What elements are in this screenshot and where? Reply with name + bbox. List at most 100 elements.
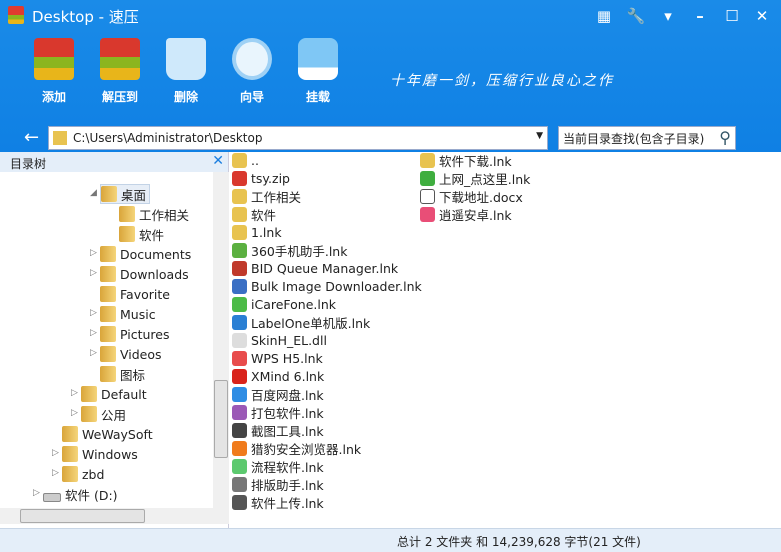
file-name: 百度网盘.lnk [251, 387, 324, 403]
window-title: Desktop - 速压 [32, 8, 139, 26]
search-input[interactable]: 当前目录查找(包含子目录) ⚲ [558, 126, 736, 150]
expand-arrow-icon[interactable]: ▷ [33, 488, 40, 498]
maximize-button[interactable]: ☐ [722, 6, 742, 26]
file-item[interactable]: WPS H5.lnk [232, 349, 323, 367]
tree-item[interactable]: 公用 [81, 404, 126, 424]
close-tree-icon[interactable]: ✕ [212, 153, 224, 169]
search-icon[interactable]: ⚲ [719, 128, 731, 147]
settings-icon[interactable]: 🔧 [626, 6, 646, 26]
file-name: XMind 6.lnk [251, 368, 325, 384]
folder-icon [53, 131, 67, 145]
file-item[interactable]: 软件下载.lnk [420, 151, 512, 169]
add-button[interactable]: 添加 [24, 38, 84, 105]
tree-item[interactable]: 桌面 [100, 184, 151, 204]
expand-arrow-icon[interactable]: ▷ [90, 248, 97, 258]
delete-button[interactable]: 删除 [156, 38, 216, 105]
tree-item[interactable]: Downloads [100, 264, 189, 284]
file-icon [232, 188, 247, 204]
expand-arrow-icon[interactable]: ▷ [90, 328, 97, 338]
skin-icon[interactable]: ▦ [594, 6, 614, 26]
file-item[interactable]: 逍遥安卓.lnk [420, 205, 512, 223]
minimize-button[interactable]: – [690, 6, 710, 26]
tree-item[interactable]: zbd [62, 464, 104, 484]
folder-icon [81, 386, 97, 402]
file-item[interactable]: 工作相关 [232, 187, 301, 205]
address-bar[interactable]: C:\Users\Administrator\Desktop ▼ [48, 126, 548, 150]
file-item[interactable]: 下载地址.docx [420, 187, 523, 205]
horizontal-scrollbar[interactable] [0, 508, 229, 524]
file-item[interactable]: 打包软件.lnk [232, 403, 324, 421]
close-button[interactable]: ✕ [752, 6, 772, 26]
file-item[interactable]: 百度网盘.lnk [232, 385, 324, 403]
file-name: 1.lnk [251, 224, 282, 240]
folder-icon [100, 346, 116, 362]
app-logo-icon [8, 6, 24, 24]
scrollbar-thumb[interactable] [20, 509, 145, 523]
tree-item[interactable]: Documents [100, 244, 191, 264]
file-icon [232, 170, 247, 186]
file-item[interactable]: .. [232, 151, 259, 169]
tree-item[interactable]: Default [81, 384, 147, 404]
expand-arrow-icon[interactable]: ▷ [90, 268, 97, 278]
file-icon [420, 152, 435, 168]
file-item[interactable]: 截图工具.lnk [232, 421, 324, 439]
tree-item[interactable]: Windows [62, 444, 138, 464]
file-item[interactable]: 排版助手.lnk [232, 475, 324, 493]
file-item[interactable]: BID Queue Manager.lnk [232, 259, 398, 277]
tree-item[interactable]: 图标 [100, 364, 145, 384]
expand-arrow-icon[interactable]: ▷ [90, 308, 97, 318]
tree-item[interactable]: 软件 [119, 224, 164, 244]
search-placeholder: 当前目录查找(包含子目录) [563, 131, 705, 146]
dropdown-arrow-icon[interactable]: ▼ [536, 131, 543, 141]
tree-item[interactable]: Pictures [100, 324, 170, 344]
tree-item[interactable]: Videos [100, 344, 162, 364]
extract-button[interactable]: 解压到 [90, 38, 150, 105]
mount-button[interactable]: 挂载 [288, 38, 348, 105]
tree-item-label: Documents [120, 246, 192, 262]
file-item[interactable]: 上网_点这里.lnk [420, 169, 530, 187]
tree-item-label: 工作相关 [139, 207, 190, 223]
file-name: 软件上传.lnk [251, 495, 324, 511]
menu-icon[interactable]: ▾ [658, 6, 678, 26]
file-item[interactable]: Bulk Image Downloader.lnk [232, 277, 422, 295]
file-item[interactable]: 软件上传.lnk [232, 493, 324, 511]
tree-item[interactable]: 工作相关 [119, 204, 189, 224]
expand-arrow-icon[interactable]: ▷ [90, 348, 97, 358]
drive-icon [298, 38, 338, 80]
tree-item-label: 公用 [101, 407, 127, 423]
expand-arrow-icon[interactable]: ▷ [52, 448, 59, 458]
tree-item[interactable]: 软件 (D:) [43, 484, 118, 504]
file-name: WPS H5.lnk [251, 350, 323, 366]
tree-item-label: 图标 [120, 367, 146, 383]
back-arrow-icon[interactable]: ← [24, 127, 39, 148]
vertical-scrollbar[interactable] [213, 172, 229, 508]
expand-arrow-icon[interactable]: ▷ [52, 468, 59, 478]
recycle-bin-icon [166, 38, 206, 80]
wizard-button[interactable]: 向导 [222, 38, 282, 105]
file-item[interactable]: SkinH_EL.dll [232, 331, 327, 349]
file-item[interactable]: 1.lnk [232, 223, 282, 241]
wizard-label: 向导 [239, 90, 264, 104]
file-name: iCareFone.lnk [251, 296, 337, 312]
expand-arrow-icon[interactable]: ◢ [90, 188, 97, 198]
file-item[interactable]: 软件 [232, 205, 276, 223]
tree-item[interactable]: Music [100, 304, 156, 324]
file-list: .. tsy.zip 工作相关 软件 1.lnk 360手机助手.lnk BID Queue… [230, 150, 781, 528]
file-icon [232, 224, 247, 240]
add-archive-icon [34, 38, 74, 80]
file-item[interactable]: 猎豹安全浏览器.lnk [232, 439, 361, 457]
expand-arrow-icon[interactable]: ▷ [71, 408, 78, 418]
file-item[interactable]: 流程软件.lnk [232, 457, 324, 475]
folder-icon [81, 406, 97, 422]
file-name: 猎豹安全浏览器.lnk [251, 441, 362, 457]
file-item[interactable]: 360手机助手.lnk [232, 241, 347, 259]
file-item[interactable]: tsy.zip [232, 169, 290, 187]
tree-item[interactable]: Favorite [100, 284, 170, 304]
file-item[interactable]: iCareFone.lnk [232, 295, 336, 313]
tree-item[interactable]: WeWaySoft [62, 424, 153, 444]
scrollbar-thumb[interactable] [214, 380, 228, 458]
file-item[interactable]: XMind 6.lnk [232, 367, 324, 385]
file-item[interactable]: LabelOne单机版.lnk [232, 313, 370, 331]
tree-item-label: Music [120, 306, 156, 322]
expand-arrow-icon[interactable]: ▷ [71, 388, 78, 398]
